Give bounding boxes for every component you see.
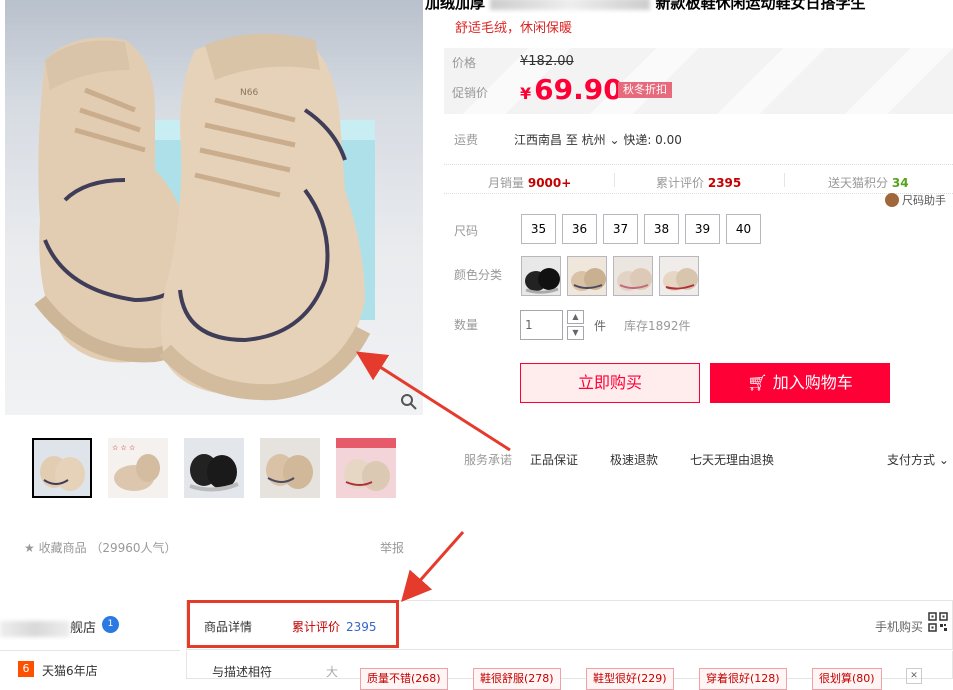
monthly-sales: 月销量 9000+ [488,174,571,191]
color-swatch-pink[interactable] [613,256,653,296]
tmall-points-value: 34 [891,176,909,190]
size-helper-label: 尺码助手 [902,194,946,207]
sales-stats-bar: 月销量 9000+ 累计评价 2395 送天猫积分 34 [444,164,953,194]
cart-icon: 🛒︎ [747,373,773,392]
monthly-sales-value: 9000+ [527,176,572,190]
shop-level-badge: 1 [102,616,119,633]
review-count-label: 累计评价 [656,176,705,190]
review-summary-big: 大 [326,665,339,679]
size-option[interactable]: 40 [726,214,761,244]
size-option[interactable]: 35 [521,214,556,244]
thumbnail[interactable] [260,438,320,498]
thumbnail[interactable]: ☆ ☆ ☆ [108,438,168,498]
product-title: 加绒加厚 新款板鞋休闲运动鞋女日搭学生 [425,0,953,14]
favorite-link[interactable]: ★ 收藏商品 （29960人气） [24,539,177,556]
service-label: 服务承诺 [464,453,513,467]
size-helper-icon [885,193,899,207]
review-tag[interactable]: 质量不错(268) [360,668,448,690]
quantity-input[interactable] [520,310,563,340]
size-helper-link[interactable]: 尺码助手 [885,192,946,208]
review-tag[interactable]: 穿着很好(128) [699,668,787,690]
review-tag[interactable]: 鞋型很好(229) [586,668,674,690]
promo-price-value: 69.90 [534,73,623,106]
tmall-points: 送天猫积分 34 [828,174,909,191]
quantity-increase-button[interactable]: ▲ [567,310,584,324]
payment-methods-dropdown[interactable]: 支付方式 ⌄ [887,451,949,468]
review-tag[interactable]: 很划算(80) [812,668,882,690]
product-subtitle: 舒适毛绒，休闲保暖 [455,21,573,36]
service-item[interactable]: 正品保证 [530,451,578,468]
tmall-points-label: 送天猫积分 [828,176,889,190]
report-link[interactable]: 举报 [380,539,404,556]
promo-price-label: 促销价 [452,86,489,100]
shop-name-suffix: 舰店 [70,621,97,636]
thumbnail[interactable] [32,438,92,498]
quantity-unit: 件 [594,319,607,333]
size-label: 尺码 [454,224,479,238]
annotation-arrow [401,531,465,602]
tmall-years-label: 天猫6年店 [42,664,98,678]
review-count[interactable]: 累计评价 2395 [656,174,741,191]
stock-count: 库存1892件 [624,319,691,333]
service-item[interactable]: 七天无理由退换 [690,451,774,468]
shipping-label: 运费 [454,133,479,147]
size-option[interactable]: 39 [685,214,720,244]
annotation-highlight-box [187,600,399,648]
title-end: 新款板鞋休闲运动鞋女日搭学生 [655,0,866,12]
add-to-cart-button[interactable]: 🛒︎ 加入购物车 [710,363,890,403]
service-item[interactable]: 极速退款 [610,451,658,468]
thumbnail[interactable] [184,438,244,498]
blurred-shop-name [0,620,70,637]
price-label: 价格 [452,56,477,70]
color-swatch-black[interactable] [521,256,561,296]
expand-tags-icon[interactable]: ✕ [906,668,922,684]
thumbnail[interactable] [336,438,396,498]
color-swatch-beige[interactable] [567,256,607,296]
tmall-years-icon: 6 [18,661,34,677]
size-option[interactable]: 36 [562,214,597,244]
currency-symbol: ¥ [520,84,532,103]
shipping-destination-select[interactable]: 江西南昌 至 杭州 ⌄ 快递: 0.00 [514,131,682,148]
review-summary-label: 与描述相符 [212,665,273,679]
quantity-label: 数量 [454,318,479,332]
quantity-decrease-button[interactable]: ▼ [567,326,584,340]
mobile-purchase-link[interactable]: 手机购买 [875,618,923,635]
color-swatch-tan[interactable] [659,256,699,296]
buy-now-button[interactable]: 立即购买 [520,363,700,403]
main-product-image[interactable]: N66 [5,0,423,415]
zoom-icon[interactable] [400,393,418,411]
review-tag[interactable]: 鞋很舒服(278) [473,668,561,690]
promo-price: ¥69.90 [520,74,623,110]
svg-text:N66: N66 [240,88,258,98]
qr-code-icon[interactable] [928,612,948,632]
size-option[interactable]: 38 [644,214,679,244]
color-label: 颜色分类 [454,268,503,282]
review-count-value: 2395 [707,176,742,190]
divider [784,173,785,187]
divider [614,173,615,187]
shop-name[interactable]: 舰店 [0,617,96,637]
monthly-sales-label: 月销量 [488,176,525,190]
add-to-cart-label: 加入购物车 [772,373,853,392]
promo-badge: 秋冬折扣 [618,82,672,98]
blurred-title-text [490,0,651,10]
divider [0,650,180,651]
original-price: ¥182.00 [520,54,574,69]
size-option[interactable]: 37 [603,214,638,244]
svg-text:☆ ☆ ☆: ☆ ☆ ☆ [112,444,135,452]
title-start: 加绒加厚 [425,0,486,12]
